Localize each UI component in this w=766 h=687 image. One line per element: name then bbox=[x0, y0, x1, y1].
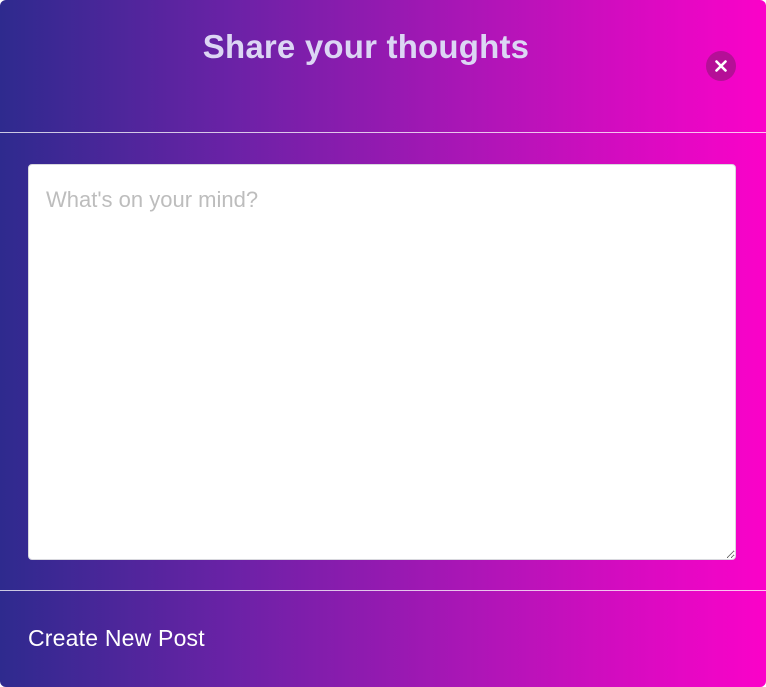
create-new-post-button[interactable]: Create New Post bbox=[28, 625, 205, 652]
modal-header: Share your thoughts bbox=[0, 0, 766, 133]
share-post-modal: Share your thoughts Create New Post bbox=[0, 0, 766, 687]
modal-footer: Create New Post bbox=[0, 590, 766, 687]
modal-body bbox=[0, 133, 766, 590]
close-button[interactable] bbox=[706, 51, 736, 81]
modal-title: Share your thoughts bbox=[202, 28, 530, 65]
close-icon bbox=[715, 60, 727, 72]
post-textarea[interactable] bbox=[28, 164, 736, 560]
